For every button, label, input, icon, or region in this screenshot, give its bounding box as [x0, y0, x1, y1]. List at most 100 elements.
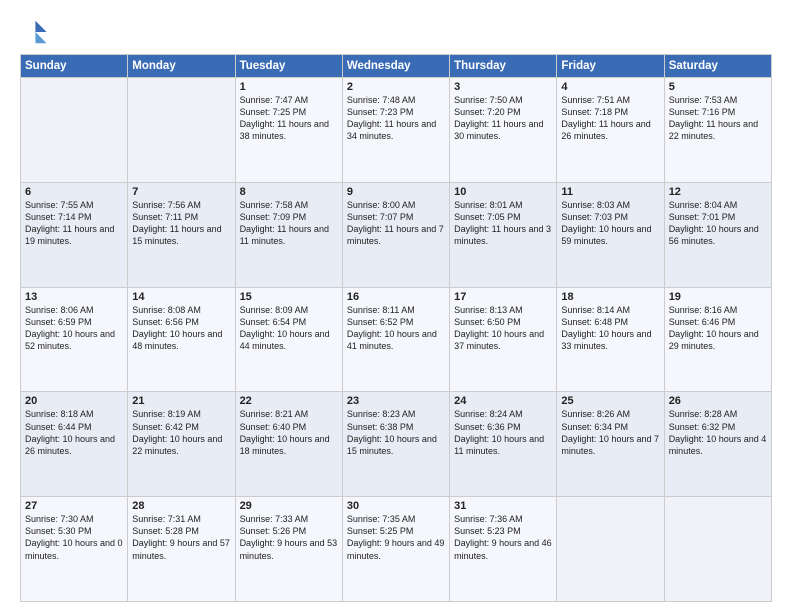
calendar-cell: 10Sunrise: 8:01 AM Sunset: 7:05 PM Dayli…	[450, 182, 557, 287]
day-info: Sunrise: 8:01 AM Sunset: 7:05 PM Dayligh…	[454, 199, 552, 248]
day-number: 16	[347, 291, 445, 303]
calendar-cell	[664, 497, 771, 602]
day-number: 26	[669, 395, 767, 407]
calendar-cell: 30Sunrise: 7:35 AM Sunset: 5:25 PM Dayli…	[342, 497, 449, 602]
day-info: Sunrise: 8:24 AM Sunset: 6:36 PM Dayligh…	[454, 408, 552, 457]
day-header-wednesday: Wednesday	[342, 55, 449, 78]
calendar-cell	[557, 497, 664, 602]
calendar-cell: 16Sunrise: 8:11 AM Sunset: 6:52 PM Dayli…	[342, 287, 449, 392]
calendar-cell: 28Sunrise: 7:31 AM Sunset: 5:28 PM Dayli…	[128, 497, 235, 602]
day-number: 31	[454, 500, 552, 512]
day-info: Sunrise: 8:26 AM Sunset: 6:34 PM Dayligh…	[561, 408, 659, 457]
calendar-cell: 11Sunrise: 8:03 AM Sunset: 7:03 PM Dayli…	[557, 182, 664, 287]
calendar-cell: 24Sunrise: 8:24 AM Sunset: 6:36 PM Dayli…	[450, 392, 557, 497]
calendar-cell: 7Sunrise: 7:56 AM Sunset: 7:11 PM Daylig…	[128, 182, 235, 287]
day-info: Sunrise: 8:14 AM Sunset: 6:48 PM Dayligh…	[561, 304, 659, 353]
day-info: Sunrise: 7:55 AM Sunset: 7:14 PM Dayligh…	[25, 199, 123, 248]
calendar-cell: 18Sunrise: 8:14 AM Sunset: 6:48 PM Dayli…	[557, 287, 664, 392]
day-info: Sunrise: 7:36 AM Sunset: 5:23 PM Dayligh…	[454, 513, 552, 562]
day-info: Sunrise: 8:13 AM Sunset: 6:50 PM Dayligh…	[454, 304, 552, 353]
day-number: 10	[454, 186, 552, 198]
day-info: Sunrise: 7:51 AM Sunset: 7:18 PM Dayligh…	[561, 94, 659, 143]
day-number: 24	[454, 395, 552, 407]
calendar-cell: 25Sunrise: 8:26 AM Sunset: 6:34 PM Dayli…	[557, 392, 664, 497]
day-number: 25	[561, 395, 659, 407]
day-info: Sunrise: 8:03 AM Sunset: 7:03 PM Dayligh…	[561, 199, 659, 248]
calendar-cell: 12Sunrise: 8:04 AM Sunset: 7:01 PM Dayli…	[664, 182, 771, 287]
calendar-cell: 5Sunrise: 7:53 AM Sunset: 7:16 PM Daylig…	[664, 78, 771, 183]
week-row-1: 1Sunrise: 7:47 AM Sunset: 7:25 PM Daylig…	[21, 78, 772, 183]
day-info: Sunrise: 8:19 AM Sunset: 6:42 PM Dayligh…	[132, 408, 230, 457]
calendar-body: 1Sunrise: 7:47 AM Sunset: 7:25 PM Daylig…	[21, 78, 772, 602]
calendar-cell: 19Sunrise: 8:16 AM Sunset: 6:46 PM Dayli…	[664, 287, 771, 392]
day-info: Sunrise: 8:23 AM Sunset: 6:38 PM Dayligh…	[347, 408, 445, 457]
day-number: 29	[240, 500, 338, 512]
calendar-cell: 15Sunrise: 8:09 AM Sunset: 6:54 PM Dayli…	[235, 287, 342, 392]
calendar-cell	[128, 78, 235, 183]
calendar-cell: 27Sunrise: 7:30 AM Sunset: 5:30 PM Dayli…	[21, 497, 128, 602]
day-info: Sunrise: 8:11 AM Sunset: 6:52 PM Dayligh…	[347, 304, 445, 353]
page: SundayMondayTuesdayWednesdayThursdayFrid…	[0, 0, 792, 612]
day-number: 19	[669, 291, 767, 303]
day-header-monday: Monday	[128, 55, 235, 78]
day-header-saturday: Saturday	[664, 55, 771, 78]
week-row-4: 20Sunrise: 8:18 AM Sunset: 6:44 PM Dayli…	[21, 392, 772, 497]
day-info: Sunrise: 7:56 AM Sunset: 7:11 PM Dayligh…	[132, 199, 230, 248]
day-info: Sunrise: 7:50 AM Sunset: 7:20 PM Dayligh…	[454, 94, 552, 143]
day-number: 4	[561, 81, 659, 93]
day-info: Sunrise: 8:09 AM Sunset: 6:54 PM Dayligh…	[240, 304, 338, 353]
day-header-thursday: Thursday	[450, 55, 557, 78]
day-info: Sunrise: 7:47 AM Sunset: 7:25 PM Dayligh…	[240, 94, 338, 143]
day-info: Sunrise: 7:53 AM Sunset: 7:16 PM Dayligh…	[669, 94, 767, 143]
day-number: 11	[561, 186, 659, 198]
day-number: 3	[454, 81, 552, 93]
header	[20, 18, 772, 46]
week-row-2: 6Sunrise: 7:55 AM Sunset: 7:14 PM Daylig…	[21, 182, 772, 287]
day-number: 9	[347, 186, 445, 198]
calendar-cell: 20Sunrise: 8:18 AM Sunset: 6:44 PM Dayli…	[21, 392, 128, 497]
day-header-tuesday: Tuesday	[235, 55, 342, 78]
day-info: Sunrise: 7:58 AM Sunset: 7:09 PM Dayligh…	[240, 199, 338, 248]
day-number: 30	[347, 500, 445, 512]
day-number: 13	[25, 291, 123, 303]
calendar-cell: 8Sunrise: 7:58 AM Sunset: 7:09 PM Daylig…	[235, 182, 342, 287]
calendar-header-row: SundayMondayTuesdayWednesdayThursdayFrid…	[21, 55, 772, 78]
week-row-5: 27Sunrise: 7:30 AM Sunset: 5:30 PM Dayli…	[21, 497, 772, 602]
calendar-cell: 1Sunrise: 7:47 AM Sunset: 7:25 PM Daylig…	[235, 78, 342, 183]
day-number: 17	[454, 291, 552, 303]
day-number: 22	[240, 395, 338, 407]
day-number: 8	[240, 186, 338, 198]
day-info: Sunrise: 8:08 AM Sunset: 6:56 PM Dayligh…	[132, 304, 230, 353]
day-number: 7	[132, 186, 230, 198]
day-number: 18	[561, 291, 659, 303]
calendar-cell: 9Sunrise: 8:00 AM Sunset: 7:07 PM Daylig…	[342, 182, 449, 287]
day-info: Sunrise: 8:06 AM Sunset: 6:59 PM Dayligh…	[25, 304, 123, 353]
calendar-cell: 29Sunrise: 7:33 AM Sunset: 5:26 PM Dayli…	[235, 497, 342, 602]
day-info: Sunrise: 7:30 AM Sunset: 5:30 PM Dayligh…	[25, 513, 123, 562]
calendar-cell: 22Sunrise: 8:21 AM Sunset: 6:40 PM Dayli…	[235, 392, 342, 497]
day-info: Sunrise: 7:31 AM Sunset: 5:28 PM Dayligh…	[132, 513, 230, 562]
calendar-cell: 2Sunrise: 7:48 AM Sunset: 7:23 PM Daylig…	[342, 78, 449, 183]
calendar-cell: 31Sunrise: 7:36 AM Sunset: 5:23 PM Dayli…	[450, 497, 557, 602]
day-number: 6	[25, 186, 123, 198]
day-info: Sunrise: 7:35 AM Sunset: 5:25 PM Dayligh…	[347, 513, 445, 562]
calendar-cell: 26Sunrise: 8:28 AM Sunset: 6:32 PM Dayli…	[664, 392, 771, 497]
day-number: 5	[669, 81, 767, 93]
day-info: Sunrise: 8:21 AM Sunset: 6:40 PM Dayligh…	[240, 408, 338, 457]
day-info: Sunrise: 8:18 AM Sunset: 6:44 PM Dayligh…	[25, 408, 123, 457]
day-number: 20	[25, 395, 123, 407]
calendar-table: SundayMondayTuesdayWednesdayThursdayFrid…	[20, 54, 772, 602]
calendar-cell: 13Sunrise: 8:06 AM Sunset: 6:59 PM Dayli…	[21, 287, 128, 392]
logo	[20, 18, 52, 46]
calendar-cell: 4Sunrise: 7:51 AM Sunset: 7:18 PM Daylig…	[557, 78, 664, 183]
day-number: 27	[25, 500, 123, 512]
day-number: 1	[240, 81, 338, 93]
day-number: 14	[132, 291, 230, 303]
day-number: 21	[132, 395, 230, 407]
day-info: Sunrise: 8:00 AM Sunset: 7:07 PM Dayligh…	[347, 199, 445, 248]
day-number: 2	[347, 81, 445, 93]
week-row-3: 13Sunrise: 8:06 AM Sunset: 6:59 PM Dayli…	[21, 287, 772, 392]
day-header-sunday: Sunday	[21, 55, 128, 78]
day-header-friday: Friday	[557, 55, 664, 78]
day-info: Sunrise: 8:28 AM Sunset: 6:32 PM Dayligh…	[669, 408, 767, 457]
